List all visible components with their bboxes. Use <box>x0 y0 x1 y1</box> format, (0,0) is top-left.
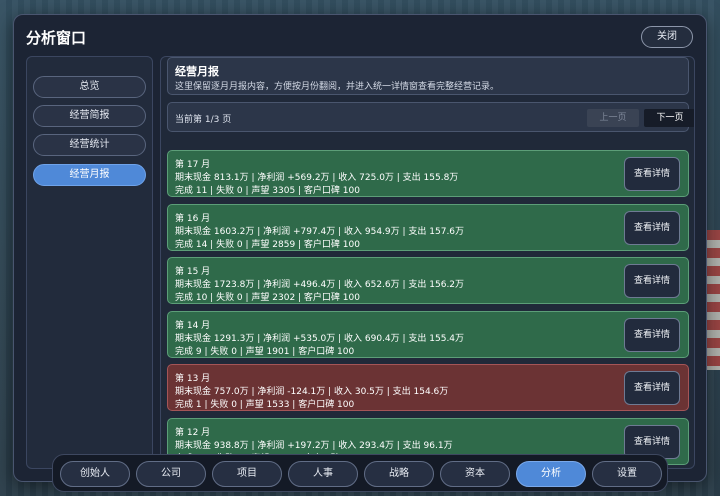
report-finance: 期末现金 1291.3万 | 净利润 +535.0万 | 收入 690.4万 |… <box>175 334 465 344</box>
tab-strategy[interactable]: 战略 <box>364 461 434 487</box>
report-stats: 完成 10 | 失败 0 | 声望 2302 | 客户口碑 100 <box>175 293 360 303</box>
tab-founder[interactable]: 创始人 <box>60 461 130 487</box>
view-details-button[interactable]: 查看详情 <box>624 157 680 191</box>
sidebar: 总览 经营简报 经营统计 经营月报 <box>26 56 153 469</box>
background-awning <box>706 230 720 370</box>
section-description: 这里保留逐月月报内容，方便按月份翻阅，并进入统一详情窗查看完整经营记录。 <box>175 82 500 92</box>
report-card: 第 13 月 期末现金 757.0万 | 净利润 -124.1万 | 收入 30… <box>167 364 689 411</box>
report-card: 第 14 月 期末现金 1291.3万 | 净利润 +535.0万 | 收入 6… <box>167 311 689 358</box>
report-month: 第 12 月 <box>175 428 211 438</box>
sidebar-item-overview[interactable]: 总览 <box>33 76 146 98</box>
sidebar-item-monthly-report[interactable]: 经营月报 <box>33 164 146 186</box>
view-details-button[interactable]: 查看详情 <box>624 318 680 352</box>
report-finance: 期末现金 813.1万 | 净利润 +569.2万 | 收入 725.0万 | … <box>175 173 459 183</box>
report-card: 第 15 月 期末现金 1723.8万 | 净利润 +496.4万 | 收入 6… <box>167 257 689 304</box>
report-month: 第 14 月 <box>175 321 211 331</box>
tab-analysis[interactable]: 分析 <box>516 461 586 487</box>
tab-projects[interactable]: 项目 <box>212 461 282 487</box>
content-panel: 经营月报 这里保留逐月月报内容，方便按月份翻阅，并进入统一详情窗查看完整经营记录… <box>160 56 695 469</box>
view-details-button[interactable]: 查看详情 <box>624 371 680 405</box>
report-card: 第 17 月 期末现金 813.1万 | 净利润 +569.2万 | 收入 72… <box>167 150 689 197</box>
window-title: 分析窗口 <box>26 29 87 47</box>
prev-page-button[interactable]: 上一页 <box>587 109 639 127</box>
report-finance: 期末现金 938.8万 | 净利润 +197.2万 | 收入 293.4万 | … <box>175 441 453 451</box>
report-month: 第 15 月 <box>175 267 211 277</box>
analysis-window: 分析窗口 关闭 总览 经营简报 经营统计 经营月报 经营月报 这里保留逐月月报内… <box>13 14 707 482</box>
report-month: 第 17 月 <box>175 160 211 170</box>
tab-settings[interactable]: 设置 <box>592 461 662 487</box>
tab-personnel[interactable]: 人事 <box>288 461 358 487</box>
tab-capital[interactable]: 资本 <box>440 461 510 487</box>
report-stats: 完成 11 | 失败 0 | 声望 3305 | 客户口碑 100 <box>175 186 360 196</box>
report-finance: 期末现金 757.0万 | 净利润 -124.1万 | 收入 30.5万 | 支… <box>175 387 449 397</box>
close-button[interactable]: 关闭 <box>641 26 693 48</box>
report-month: 第 13 月 <box>175 374 211 384</box>
tab-company[interactable]: 公司 <box>136 461 206 487</box>
report-finance: 期末现金 1603.2万 | 净利润 +797.4万 | 收入 954.9万 |… <box>175 227 465 237</box>
section-title: 经营月报 <box>175 65 219 78</box>
report-card: 第 16 月 期末现金 1603.2万 | 净利润 +797.4万 | 收入 9… <box>167 204 689 251</box>
report-stats: 完成 14 | 失败 0 | 声望 2859 | 客户口碑 100 <box>175 240 360 250</box>
next-page-button[interactable]: 下一页 <box>644 109 694 127</box>
report-month: 第 16 月 <box>175 214 211 224</box>
sidebar-item-statistics[interactable]: 经营统计 <box>33 134 146 156</box>
report-finance: 期末现金 1723.8万 | 净利润 +496.4万 | 收入 652.6万 |… <box>175 280 465 290</box>
view-details-button[interactable]: 查看详情 <box>624 264 680 298</box>
pager: 当前第 1/3 页 上一页 下一页 <box>167 102 694 132</box>
report-stats: 完成 1 | 失败 0 | 声望 1533 | 客户口碑 100 <box>175 400 355 410</box>
section-header: 经营月报 这里保留逐月月报内容，方便按月份翻阅，并进入统一详情窗查看完整经营记录… <box>167 57 689 95</box>
view-details-button[interactable]: 查看详情 <box>624 211 680 245</box>
bottom-nav: 创始人 公司 项目 人事 战略 资本 分析 设置 <box>52 454 668 492</box>
page-indicator: 当前第 1/3 页 <box>175 115 232 125</box>
sidebar-item-brief[interactable]: 经营简报 <box>33 105 146 127</box>
report-stats: 完成 9 | 失败 0 | 声望 1901 | 客户口碑 100 <box>175 347 355 357</box>
